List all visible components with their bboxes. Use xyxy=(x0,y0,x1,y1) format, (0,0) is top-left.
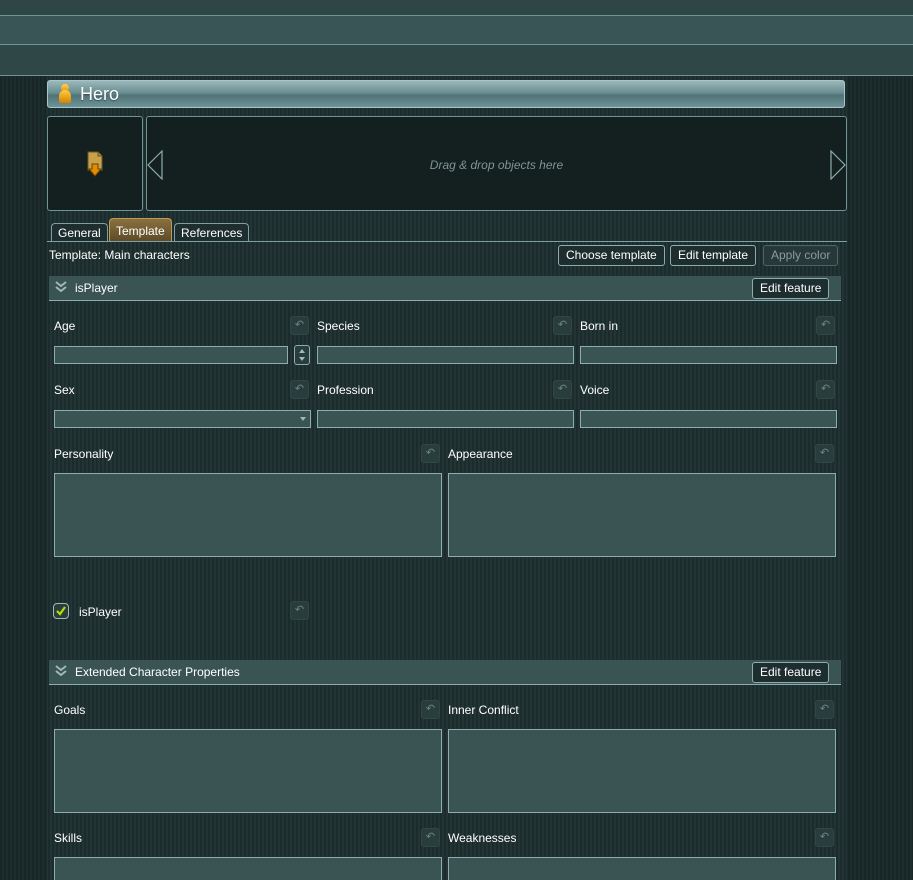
toolbar-row xyxy=(0,16,913,45)
field-label-species: Species xyxy=(317,319,360,333)
field-label-sex: Sex xyxy=(54,383,75,397)
preview-image-slot[interactable] xyxy=(47,116,143,211)
undo-icon[interactable]: ↶ xyxy=(815,444,834,463)
section-header-isplayer[interactable]: isPlayer Edit feature xyxy=(49,276,841,301)
undo-icon[interactable]: ↶ xyxy=(290,380,309,399)
chevron-down-icon[interactable] xyxy=(55,664,67,678)
undo-icon[interactable]: ↶ xyxy=(553,316,572,335)
field-label-goals: Goals xyxy=(54,703,86,717)
born-in-input[interactable] xyxy=(580,346,837,364)
undo-icon[interactable]: ↶ xyxy=(421,444,440,463)
field-label-inner-conflict: Inner Conflict xyxy=(448,703,519,717)
object-title: Hero xyxy=(80,83,120,104)
species-input[interactable] xyxy=(317,346,574,364)
undo-icon[interactable]: ↶ xyxy=(290,316,309,335)
tab-divider xyxy=(47,241,847,242)
toolbar-row-secondary xyxy=(0,45,913,76)
sex-dropdown[interactable] xyxy=(54,410,311,428)
undo-icon[interactable]: ↶ xyxy=(816,380,835,399)
pawn-icon xyxy=(58,84,72,104)
field-label-voice: Voice xyxy=(580,383,610,397)
age-stepper[interactable] xyxy=(294,345,310,365)
top-toolbar-strip xyxy=(0,0,913,16)
checkmark-icon xyxy=(56,606,66,616)
section-title: isPlayer xyxy=(75,281,118,295)
section-header-extended[interactable]: Extended Character Properties Edit featu… xyxy=(49,660,841,685)
tab-references[interactable]: References xyxy=(174,223,250,242)
undo-icon[interactable]: ↶ xyxy=(290,601,309,620)
apply-color-button[interactable]: Apply color xyxy=(763,245,839,266)
choose-template-button[interactable]: Choose template xyxy=(558,245,665,266)
field-label-profession: Profession xyxy=(317,383,374,397)
right-margin xyxy=(847,76,913,880)
drop-zone[interactable]: Drag & drop objects here xyxy=(146,116,847,211)
chevron-down-icon[interactable] xyxy=(55,280,67,294)
personality-textarea[interactable] xyxy=(54,473,442,557)
appearance-textarea[interactable] xyxy=(448,473,836,557)
edit-feature-button[interactable]: Edit feature xyxy=(752,278,830,299)
undo-icon[interactable]: ↶ xyxy=(816,316,835,335)
field-label-born-in: Born in xyxy=(580,319,619,333)
voice-input[interactable] xyxy=(580,410,837,428)
stepper-arrows-icon xyxy=(299,349,305,361)
profession-input[interactable] xyxy=(317,410,574,428)
scroll-right-icon[interactable] xyxy=(830,150,846,180)
field-label-appearance: Appearance xyxy=(448,447,513,461)
undo-icon[interactable]: ↶ xyxy=(421,828,440,847)
skills-textarea[interactable] xyxy=(54,857,442,880)
section-title: Extended Character Properties xyxy=(75,665,240,679)
template-name: Template: Main characters xyxy=(49,248,190,262)
isplayer-checkbox[interactable] xyxy=(53,603,69,619)
import-file-icon xyxy=(87,151,103,177)
undo-icon[interactable]: ↶ xyxy=(815,700,834,719)
undo-icon[interactable]: ↶ xyxy=(421,700,440,719)
tab-general[interactable]: General xyxy=(51,223,108,242)
age-input[interactable] xyxy=(54,346,288,364)
tab-template[interactable]: Template xyxy=(109,218,172,242)
weaknesses-textarea[interactable] xyxy=(448,857,836,880)
isplayer-checkbox-label: isPlayer xyxy=(79,605,122,619)
undo-icon[interactable]: ↶ xyxy=(815,828,834,847)
undo-icon[interactable]: ↶ xyxy=(553,380,572,399)
field-label-personality: Personality xyxy=(54,447,114,461)
left-margin xyxy=(0,76,47,880)
object-title-bar: Hero xyxy=(47,80,845,108)
field-label-weaknesses: Weaknesses xyxy=(448,831,517,845)
field-label-age: Age xyxy=(54,319,76,333)
inner-conflict-textarea[interactable] xyxy=(448,729,836,813)
edit-template-button[interactable]: Edit template xyxy=(670,245,757,266)
goals-textarea[interactable] xyxy=(54,729,442,813)
drop-zone-hint: Drag & drop objects here xyxy=(429,158,564,172)
dropdown-arrow-icon xyxy=(300,417,306,421)
field-label-skills: Skills xyxy=(54,831,83,845)
edit-feature-button[interactable]: Edit feature xyxy=(752,662,830,683)
